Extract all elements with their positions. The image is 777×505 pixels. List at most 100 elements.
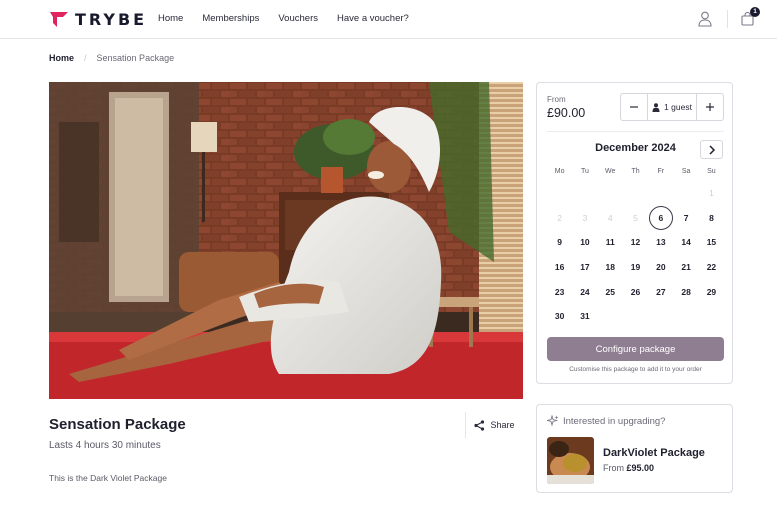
calendar-day[interactable]: 17: [572, 255, 597, 280]
calendar-day[interactable]: 20: [648, 255, 673, 280]
plus-icon: [706, 103, 714, 111]
calendar-empty-cell: [572, 181, 597, 206]
upgrade-price-value: £95.00: [626, 463, 655, 473]
calendar-day-number: 15: [706, 237, 717, 248]
upgrade-from-label: From: [603, 463, 624, 473]
calendar-day-number: 4: [607, 212, 613, 223]
nav-memberships[interactable]: Memberships: [202, 13, 259, 24]
decrease-guests-button[interactable]: [621, 94, 647, 120]
calendar-day: 4: [598, 206, 623, 231]
calendar-day[interactable]: 22: [699, 255, 724, 280]
booking-card: From £90.00 1 guest December 2024 Mo Tu We…: [536, 82, 733, 384]
breadcrumb-current: Sensation Package: [96, 53, 175, 63]
share-label: Share: [490, 420, 515, 430]
sparkle-icon: [547, 415, 559, 427]
calendar-day-number: 21: [681, 262, 691, 273]
nav-vouchers[interactable]: Vouchers: [278, 13, 318, 24]
calendar-day-number: 25: [605, 286, 615, 297]
chevron-right-icon: [708, 144, 715, 155]
weekday-label: Fr: [657, 168, 665, 175]
calendar-day-number: 1: [709, 188, 714, 199]
calendar-day[interactable]: 11: [598, 230, 623, 255]
calendar-day-number: 22: [706, 262, 717, 273]
calendar-day: 3: [572, 206, 597, 231]
calendar-day[interactable]: 23: [547, 279, 572, 304]
calendar-day[interactable]: 15: [699, 230, 724, 255]
calendar-day[interactable]: 16: [547, 255, 572, 280]
calendar-day[interactable]: 8: [699, 206, 724, 231]
calendar-day[interactable]: 26: [623, 279, 648, 304]
calendar-day[interactable]: 10: [572, 230, 597, 255]
configure-hint: Customise this package to add it to your…: [569, 366, 702, 373]
calendar-day-number: 27: [656, 286, 666, 297]
nav-home[interactable]: Home: [158, 13, 183, 24]
calendar-day-number: 28: [681, 286, 691, 297]
cart-count-badge: 1: [750, 7, 760, 17]
calendar-day[interactable]: 18: [598, 255, 623, 280]
next-month-button[interactable]: [700, 140, 723, 159]
weekday-label: Mo: [554, 168, 565, 175]
calendar-day-number: 3: [582, 212, 588, 223]
calendar-day-number: 16: [554, 262, 565, 273]
upgrade-heading: Interested in upgrading?: [547, 415, 665, 427]
calendar-day-number: 30: [554, 311, 565, 322]
calendar-day: 5: [623, 206, 648, 231]
calendar-day: 1: [699, 181, 724, 206]
package-duration: Lasts 4 hours 30 minutes: [49, 440, 161, 451]
package-title: Sensation Package: [49, 416, 186, 433]
calendar-day[interactable]: 31: [572, 304, 597, 329]
calendar-day-number: 18: [605, 262, 615, 273]
calendar-day[interactable]: 14: [673, 230, 698, 255]
breadcrumb-separator: /: [84, 53, 87, 63]
calendar-day[interactable]: 9: [547, 230, 572, 255]
calendar-day-number: 31: [580, 311, 590, 322]
site-header: TRYBE Home Memberships Vouchers Have a v…: [0, 0, 777, 39]
calendar-day-number: 26: [630, 286, 641, 297]
calendar-day[interactable]: 27: [648, 279, 673, 304]
header-divider: [727, 10, 728, 28]
upgrade-package-price: From £95.00: [603, 463, 654, 473]
calendar-day-number: 12: [630, 237, 641, 248]
calendar-day-number: 10: [580, 237, 590, 248]
weekday-label: Su: [707, 168, 716, 175]
calendar-empty-cell: [673, 181, 698, 206]
minus-icon: [630, 106, 638, 108]
increase-guests-button[interactable]: [697, 94, 723, 120]
calendar-day-number: 23: [554, 286, 565, 297]
nav-have-voucher[interactable]: Have a voucher?: [337, 13, 409, 24]
calendar-day[interactable]: 24: [572, 279, 597, 304]
account-icon[interactable]: [698, 11, 712, 27]
share-button[interactable]: Share: [465, 412, 523, 438]
calendar-day-selected[interactable]: 6: [648, 205, 673, 231]
brand-name: TRYBE: [75, 9, 148, 29]
calendar-day[interactable]: 25: [598, 279, 623, 304]
brand-mark-icon: [50, 12, 68, 27]
package-description: This is the Dark Violet Package: [49, 473, 167, 483]
price-from-label: From: [547, 95, 566, 104]
configure-package-button[interactable]: Configure package: [547, 337, 724, 361]
calendar-day[interactable]: 19: [623, 255, 648, 280]
calendar-day[interactable]: 28: [673, 279, 698, 304]
calendar-day-number: 13: [656, 237, 666, 248]
calendar-empty-cell: [547, 181, 572, 206]
calendar-day[interactable]: 12: [623, 230, 648, 255]
calendar-day[interactable]: 13: [648, 230, 673, 255]
calendar-day: 2: [547, 206, 572, 231]
calendar-empty-cell: [598, 181, 623, 206]
calendar-day[interactable]: 21: [673, 255, 698, 280]
package-hero-image: [49, 82, 523, 399]
breadcrumb: Home / Sensation Package: [49, 53, 174, 63]
breadcrumb-home[interactable]: Home: [49, 53, 74, 63]
calendar-empty-cell: [623, 181, 648, 206]
calendar-day[interactable]: 7: [673, 206, 698, 231]
upgrade-thumbnail: [547, 437, 594, 484]
calendar-day-number: 29: [706, 286, 717, 297]
brand-logo[interactable]: TRYBE: [49, 9, 147, 29]
calendar-day-number: 5: [633, 212, 638, 223]
upgrade-card[interactable]: Interested in upgrading? DarkViolet Pack…: [536, 404, 733, 493]
calendar-day[interactable]: 30: [547, 304, 572, 329]
calendar-grid: Mo Tu We Th Fr Sa Su 1 2 3 4 5 6 7 8 9 10 11 12 13 14 15 16 17 1…: [547, 162, 724, 329]
calendar-day[interactable]: 29: [699, 279, 724, 304]
weekday-label: Tu: [580, 168, 589, 175]
weekday-label: We: [605, 168, 616, 175]
